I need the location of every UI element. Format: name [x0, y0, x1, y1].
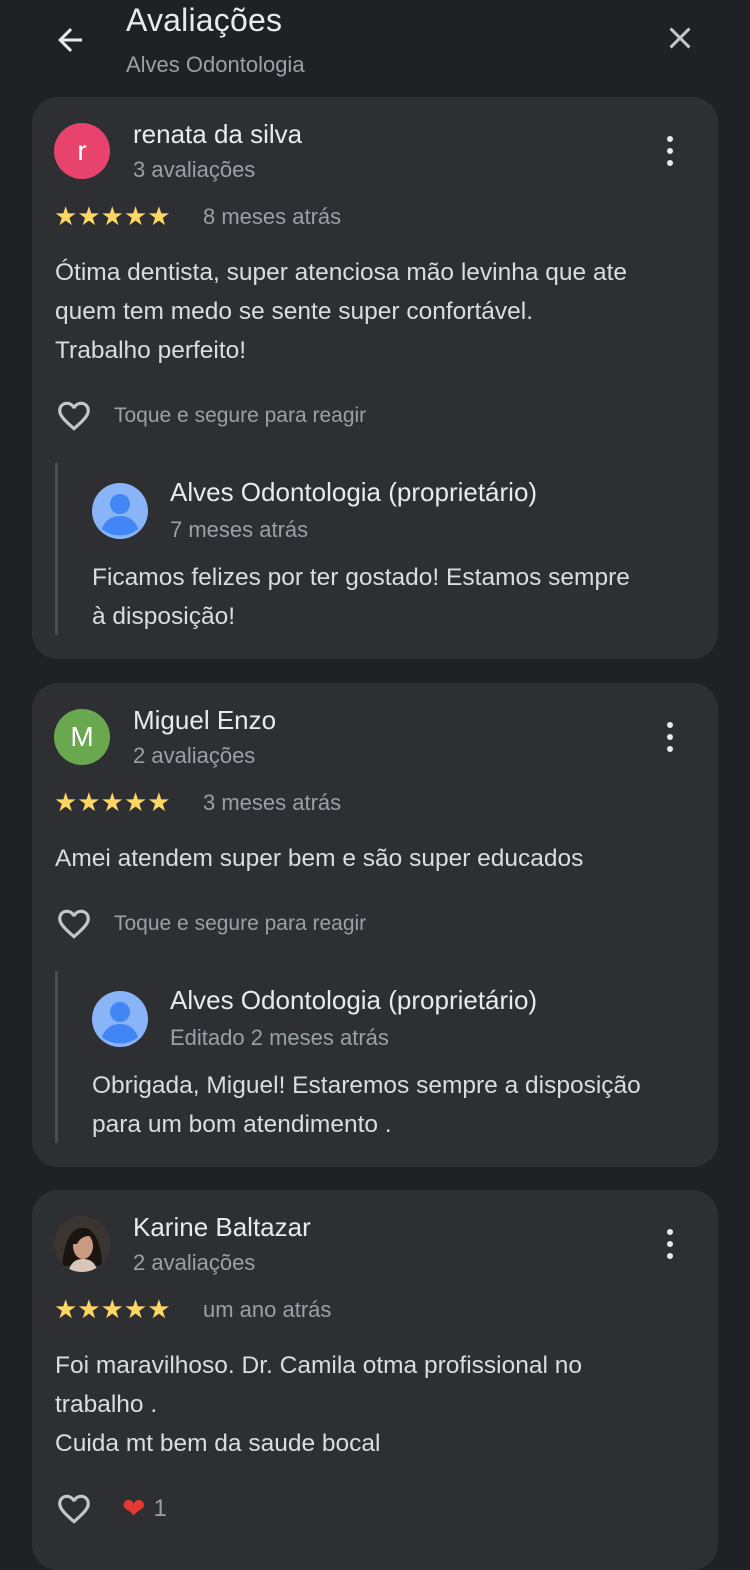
heart-outline-icon — [58, 909, 90, 939]
owner-reply: Alves Odontologia (proprietário) Editado… — [55, 971, 698, 1143]
reviewer-name[interactable]: renata da silva — [133, 119, 302, 150]
close-button[interactable] — [656, 14, 704, 62]
heart-outline-icon — [58, 401, 90, 431]
owner-reply-date: Editado 2 meses atrás — [170, 1025, 389, 1050]
review-card: M Miguel Enzo 2 avaliações ★★★★★ 3 meses… — [32, 683, 718, 1167]
more-options-button[interactable] — [654, 131, 686, 171]
owner-name: Alves Odontologia (proprietário) — [170, 477, 538, 507]
review-date: 3 meses atrás — [203, 790, 342, 815]
react-hint: Toque e segure para reagir — [114, 912, 367, 935]
owner-avatar[interactable] — [92, 483, 148, 539]
avatar[interactable]: M — [54, 709, 110, 765]
owner-reply: Alves Odontologia (proprietário) 7 meses… — [55, 463, 698, 635]
page-subtitle: Alves Odontologia — [126, 52, 305, 77]
review-card: r renata da silva 3 avaliações ★★★★★ 8 m… — [32, 97, 718, 659]
review-date: um ano atrás — [203, 1297, 332, 1322]
more-options-button[interactable] — [654, 1224, 686, 1264]
reviewer-name[interactable]: Karine Baltazar — [133, 1212, 311, 1243]
review-count: 3 avaliações — [133, 157, 256, 182]
review-text: Foi maravilhoso. Dr. Camila otma profiss… — [55, 1352, 582, 1457]
review-text: Ótima dentista, super atenciosa mão levi… — [55, 259, 628, 364]
reaction-count: 1 — [153, 1495, 167, 1522]
review-card: Karine Baltazar 2 avaliações ★★★★★ um an… — [32, 1190, 718, 1570]
owner-reply-text: Ficamos felizes por ter gostado! Estamos… — [92, 564, 630, 630]
heart-reaction-icon[interactable]: ❤ — [122, 1495, 145, 1523]
more-vert-icon — [667, 722, 673, 728]
more-options-button[interactable] — [654, 717, 686, 757]
review-date: 8 meses atrás — [203, 204, 342, 229]
more-vert-icon — [667, 136, 673, 142]
back-button[interactable] — [48, 18, 92, 62]
heart-outline-icon — [58, 1494, 90, 1524]
avatar[interactable]: r — [54, 123, 110, 179]
owner-avatar[interactable] — [92, 991, 148, 1047]
react-button[interactable]: Toque e segure para reagir — [54, 905, 366, 943]
star-rating: ★★★★★ — [54, 787, 171, 817]
close-icon — [669, 27, 691, 49]
review-count: 2 avaliações — [133, 743, 256, 768]
app-header: Avaliações Alves Odontologia — [0, 0, 750, 90]
owner-name: Alves Odontologia (proprietário) — [170, 985, 538, 1015]
owner-reply-date: 7 meses atrás — [170, 517, 309, 542]
react-hint: Toque e segure para reagir — [114, 404, 367, 427]
react-button[interactable]: ❤ 1 — [54, 1490, 167, 1528]
star-rating: ★★★★★ — [54, 201, 171, 231]
avatar-letter: r — [77, 135, 87, 166]
arrow-back-icon — [58, 28, 82, 52]
avatar-letter: M — [70, 721, 94, 752]
review-count: 2 avaliações — [133, 1250, 256, 1275]
star-rating: ★★★★★ — [54, 1294, 171, 1324]
more-vert-icon — [667, 1229, 673, 1235]
review-text: Amei atendem super bem e são super educa… — [55, 845, 584, 872]
reviewer-name[interactable]: Miguel Enzo — [133, 705, 276, 736]
react-button[interactable]: Toque e segure para reagir — [54, 397, 366, 435]
owner-reply-text: Obrigada, Miguel! Estaremos sempre a dis… — [92, 1072, 641, 1138]
avatar-photo[interactable] — [54, 1216, 110, 1272]
page-title: Avaliações — [126, 2, 283, 38]
